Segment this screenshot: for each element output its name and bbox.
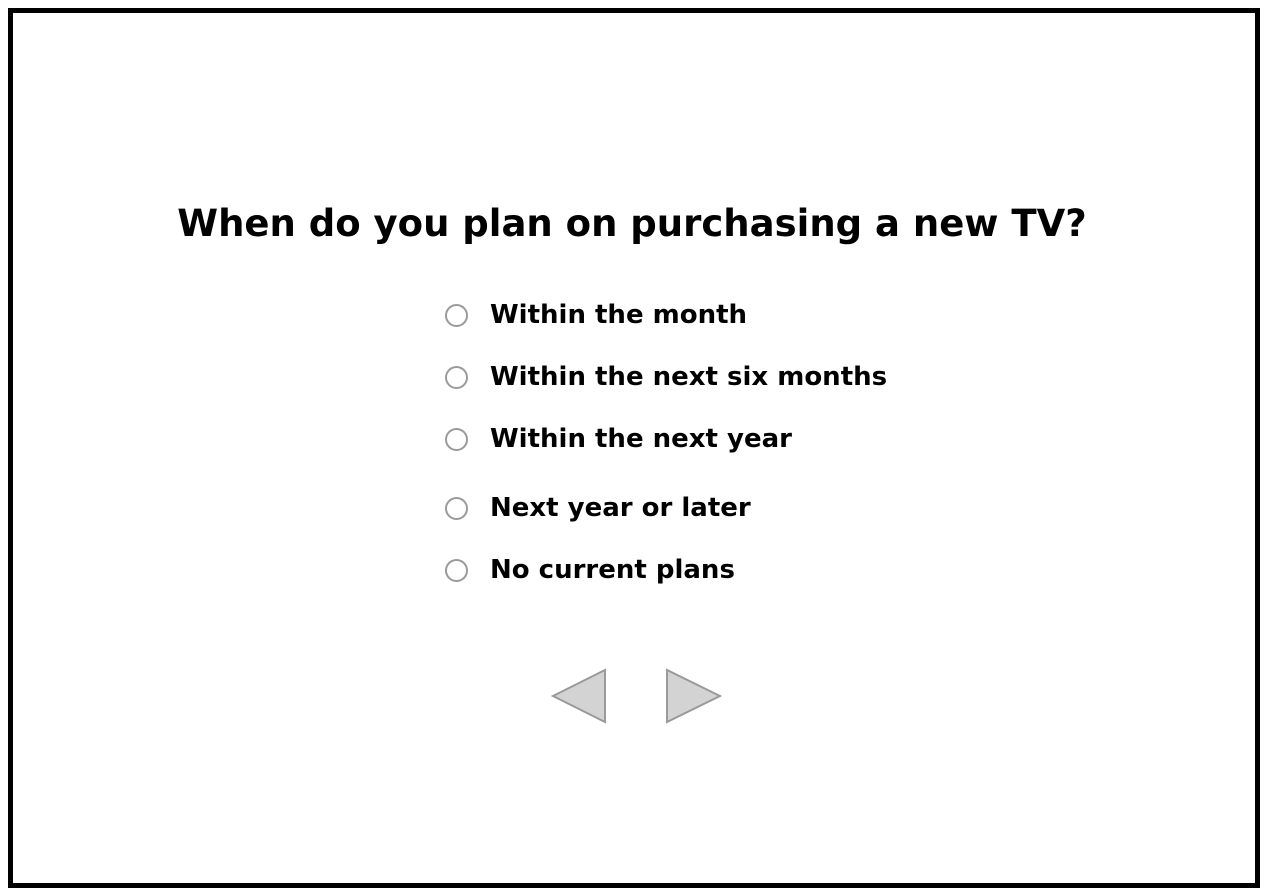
option-within-the-month[interactable]: Within the month — [444, 300, 747, 330]
option-label: Within the next six months — [490, 362, 888, 392]
radio-button[interactable] — [445, 558, 468, 582]
radio-button[interactable] — [445, 427, 468, 451]
option-no-current-plans[interactable]: No current plans — [444, 555, 735, 585]
next-button[interactable] — [664, 666, 724, 726]
option-within-next-six-months[interactable]: Within the next six months — [444, 362, 887, 392]
option-label: Next year or later — [490, 493, 751, 523]
option-within-next-year[interactable]: Within the next year — [444, 424, 792, 454]
left-triangle-icon — [550, 668, 606, 724]
right-triangle-icon — [666, 668, 723, 724]
radio-button[interactable] — [445, 496, 468, 520]
option-next-year-or-later[interactable]: Next year or later — [444, 493, 751, 523]
question-title: When do you plan on purchasing a new TV? — [177, 202, 1087, 245]
option-label: Within the month — [490, 300, 748, 330]
back-button[interactable] — [549, 666, 609, 726]
radio-button[interactable] — [445, 303, 468, 327]
option-label: No current plans — [490, 555, 735, 585]
option-label: Within the next year — [490, 424, 792, 454]
radio-button[interactable] — [445, 365, 468, 389]
